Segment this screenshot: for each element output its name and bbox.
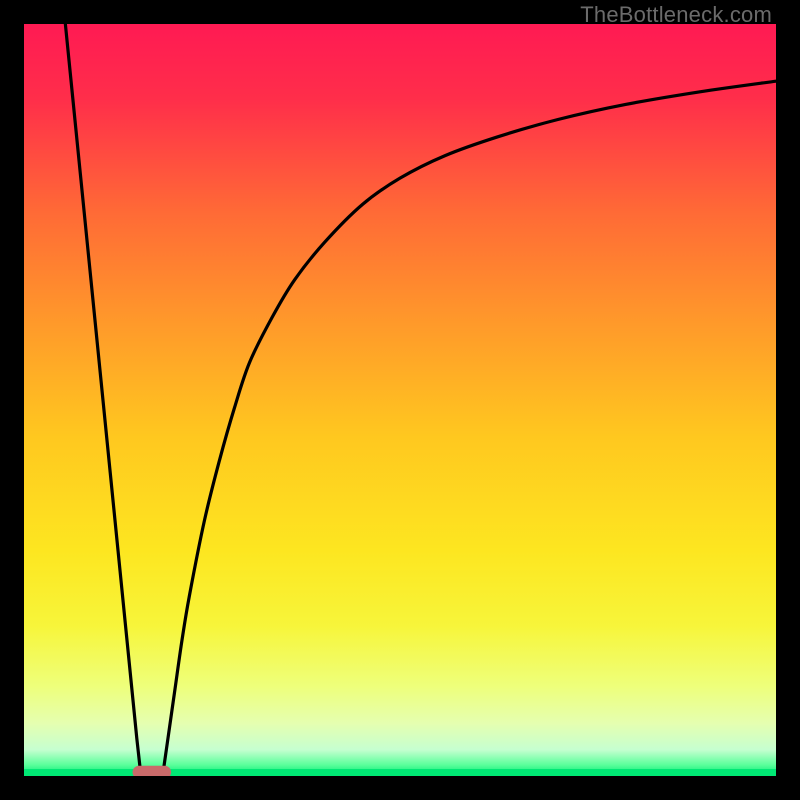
watermark-text: TheBottleneck.com <box>580 2 772 28</box>
chart-frame <box>24 24 776 776</box>
minimum-marker <box>133 766 171 776</box>
bottleneck-chart <box>24 24 776 776</box>
gradient-background <box>24 24 776 776</box>
